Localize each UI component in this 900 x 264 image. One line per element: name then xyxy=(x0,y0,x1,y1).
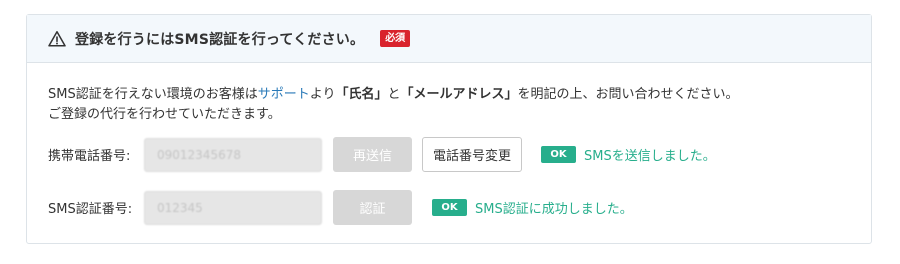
panel-title: 登録を行うにはSMS認証を行ってください。 xyxy=(75,31,365,48)
change-phone-button[interactable]: 電話番号変更 xyxy=(422,137,523,172)
notice-name-field: 「氏名」 xyxy=(335,87,388,102)
notice-text-1: SMS認証を行えない環境のお客様は xyxy=(48,87,258,102)
verify-button[interactable]: 認証 xyxy=(333,190,412,225)
panel-body: SMS認証を行えない環境のお客様はサポートより「氏名」と「メールアドレス」を明記… xyxy=(27,63,871,125)
resend-button[interactable]: 再送信 xyxy=(333,137,412,172)
ok-badge: OK xyxy=(432,199,467,216)
notice-text-line2: ご登録の代行を行わせていただきます。 xyxy=(48,107,281,122)
warning-icon xyxy=(48,30,66,48)
required-badge: 必須 xyxy=(380,30,411,47)
phone-input[interactable]: 09012345678 xyxy=(144,137,322,172)
phone-label: 携帯電話番号: xyxy=(48,149,131,164)
ok-badge: OK xyxy=(541,146,577,163)
code-input[interactable]: 012345 xyxy=(144,190,322,225)
phone-row: 携帯電話番号: 09012345678 再送信 電話番号変更 OK SMSを送信… xyxy=(48,137,716,172)
support-notice: SMS認証を行えない環境のお客様はサポートより「氏名」と「メールアドレス」を明記… xyxy=(48,85,871,125)
notice-text-2: より xyxy=(309,87,336,102)
support-link[interactable]: サポート xyxy=(258,87,310,102)
code-label: SMS認証番号: xyxy=(48,202,133,217)
verify-success-status: OK SMS認証に成功しました。 xyxy=(432,198,633,217)
sms-sent-status: OK SMSを送信しました。 xyxy=(541,145,716,164)
panel-header: 登録を行うにはSMS認証を行ってください。 必須 xyxy=(27,15,871,63)
code-row: SMS認証番号: 012345 認証 OK SMS認証に成功しました。 xyxy=(48,190,633,225)
sms-verification-panel: 登録を行うにはSMS認証を行ってください。 必須 SMS認証を行えない環境のお客… xyxy=(26,14,872,244)
sms-sent-text: SMSを送信しました。 xyxy=(584,149,716,164)
notice-text-3: と xyxy=(387,87,401,102)
notice-email-field: 「メールアドレス」 xyxy=(400,87,518,102)
verify-success-text: SMS認証に成功しました。 xyxy=(475,202,633,217)
notice-text-4: を明記の上、お問い合わせください。 xyxy=(517,87,739,102)
